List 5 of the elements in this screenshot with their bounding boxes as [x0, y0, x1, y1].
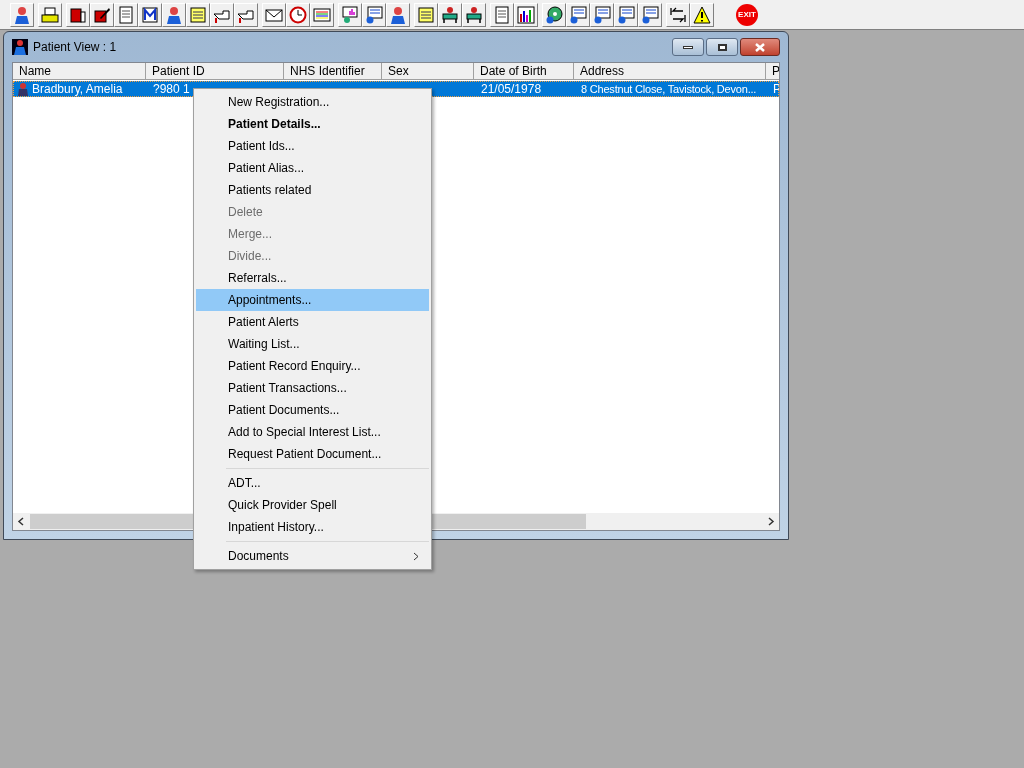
table-cell-text: 8 Chestnut Close, Tavistock, Devon...	[581, 81, 757, 97]
table-cell-text: 21/05/1978	[481, 81, 542, 98]
table-cell-text: ?980 1	[153, 81, 190, 98]
window-title: Patient View : 1	[33, 39, 117, 56]
table-cell-text: Bradbury, Amelia	[32, 81, 123, 98]
